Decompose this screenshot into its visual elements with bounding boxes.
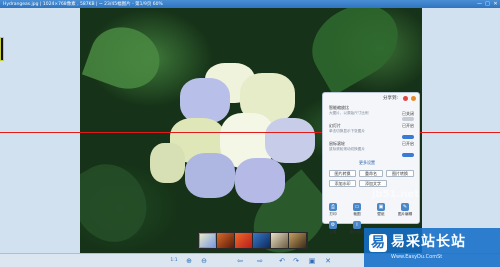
- share-label: 分享到:: [383, 96, 399, 101]
- sidebar-toggle-handle[interactable]: [0, 37, 4, 61]
- minimize-button[interactable]: —: [476, 1, 483, 7]
- tool-label: 图片编辑: [397, 212, 413, 216]
- setting-mouse-wheel-desc: 鼠标滚轮滚动切换图片: [329, 147, 365, 151]
- setting-status: 已开启: [402, 141, 414, 146]
- window-title: Hydrangeas.jpg | 1024×768像素 , 587KB | ~ …: [3, 2, 163, 7]
- petal: [235, 158, 285, 203]
- image-edit-tool[interactable]: ✎ 图片编辑: [395, 203, 415, 217]
- site-url: Www.EasyDu.ComSt: [391, 254, 443, 260]
- weibo-icon[interactable]: [403, 96, 408, 101]
- previous-image-icon[interactable]: ⇦: [236, 257, 244, 265]
- hydrangea-flower: [150, 63, 330, 213]
- marker-line: [0, 132, 500, 133]
- add-text-button[interactable]: 添加文字: [359, 180, 387, 187]
- toggle-switch-on[interactable]: [402, 135, 414, 139]
- tool-label: 打印: [329, 212, 337, 216]
- site-name: 易采站长站: [391, 234, 466, 250]
- faint-watermark-url: jb51.net: [372, 189, 419, 200]
- delete-icon[interactable]: ✕: [324, 257, 332, 265]
- setting-smart-zoom-desc: 大图片，以原始尺寸比例: [329, 111, 369, 115]
- setting-status: 已开启: [402, 123, 414, 128]
- rotate-right-icon[interactable]: ↷: [292, 257, 300, 265]
- petal: [150, 143, 185, 183]
- thumbnail[interactable]: [289, 233, 306, 248]
- actual-size-button[interactable]: 1:1: [170, 257, 178, 265]
- zoom-in-icon[interactable]: ⊕: [185, 257, 193, 265]
- thumbnail[interactable]: [235, 233, 252, 248]
- thumbnail-strip: [198, 232, 308, 249]
- toggle-switch-on[interactable]: [402, 153, 414, 157]
- qzone-icon[interactable]: [411, 96, 416, 101]
- info-icon: i: [353, 221, 361, 229]
- tool-label: 设置: [329, 230, 337, 234]
- crop-icon: ▭: [353, 203, 361, 211]
- title-bar: Hydrangeas.jpg | 1024×768像素 , 587KB | ~ …: [0, 0, 500, 8]
- print-tool[interactable]: ⎙ 打印: [323, 203, 343, 217]
- petal: [180, 78, 230, 123]
- maximize-button[interactable]: □: [484, 1, 491, 7]
- tool-label: 裁图: [353, 212, 361, 216]
- rename-button[interactable]: 重命名: [359, 170, 383, 177]
- site-logo: 易: [369, 234, 387, 252]
- thumbnail[interactable]: [253, 233, 270, 248]
- image-icon: ▣: [377, 203, 385, 211]
- convert-button-2[interactable]: 图片转换: [386, 170, 414, 177]
- toggle-switch-off[interactable]: [402, 117, 414, 121]
- thumbnail[interactable]: [217, 233, 234, 248]
- more-settings-link[interactable]: 更多设置: [359, 160, 375, 166]
- leaf-shape: [80, 150, 161, 255]
- gear-icon: ⚙: [329, 221, 337, 229]
- add-watermark-button[interactable]: 添加水印: [329, 180, 356, 187]
- convert-button[interactable]: 图片转换: [329, 170, 356, 177]
- print-icon: ⎙: [329, 203, 337, 211]
- thumbnail-selected[interactable]: [199, 233, 216, 248]
- settings-tool[interactable]: ⚙ 设置: [323, 221, 343, 235]
- petal: [265, 118, 315, 163]
- petal: [185, 153, 235, 198]
- thumbnail[interactable]: [271, 233, 288, 248]
- rotate-left-icon[interactable]: ↶: [278, 257, 286, 265]
- crop-tool[interactable]: ▭ 裁图: [347, 203, 367, 217]
- next-image-icon[interactable]: ⇨: [256, 257, 264, 265]
- tool-label: 壁纸: [377, 212, 385, 216]
- zoom-out-icon[interactable]: ⊖: [200, 257, 208, 265]
- site-watermark: 易 易采站长站 Www.EasyDu.ComSt: [364, 228, 500, 267]
- wallpaper-tool[interactable]: ▣ 壁纸: [371, 203, 391, 217]
- settings-icon: ✎: [401, 203, 409, 211]
- setting-slideshow-desc: 单击切换显示下张图片: [329, 129, 365, 133]
- close-button[interactable]: ✕: [492, 1, 499, 7]
- fullscreen-icon[interactable]: ▣: [308, 257, 316, 265]
